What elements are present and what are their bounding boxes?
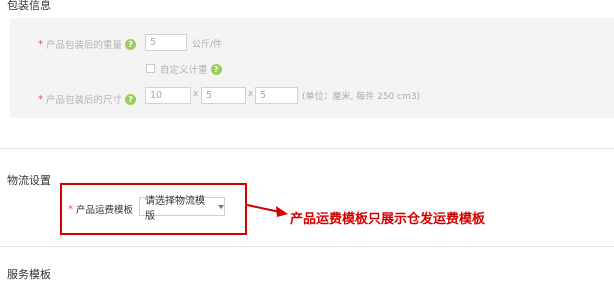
shipping-template-label-text: 产品运费模板: [76, 205, 134, 216]
shipping-template-select-value: 请选择物流模版: [145, 195, 205, 222]
section-divider: [0, 246, 614, 247]
shipping-template-label: * 产品运费模板: [68, 202, 134, 217]
size-hint: (单位：厘米, 每件 250 cm3): [302, 92, 421, 102]
service-section-title: 服务模板: [7, 268, 51, 281]
required-star-icon: *: [38, 38, 43, 50]
annotation-text: 产品运费模板只展示仓发运费模板: [290, 212, 486, 227]
custom-weight-label-text: 自定义计重: [160, 65, 208, 76]
annotation-arrow-icon: [246, 204, 288, 217]
help-icon[interactable]: ?: [210, 63, 222, 75]
weight-label-text: 产品包装后的重量: [46, 40, 123, 51]
size-label-text: 产品包装后的尺寸: [46, 95, 123, 106]
size-length-input[interactable]: [145, 87, 191, 104]
weight-field-label: * 产品包装后的重量 ?: [38, 37, 137, 51]
custom-weight-checkbox[interactable]: [146, 64, 155, 73]
help-icon[interactable]: ?: [125, 93, 137, 105]
size-separator: x: [248, 89, 254, 99]
packaging-section-title: 包装信息: [7, 0, 51, 12]
weight-unit: 公斤/件: [192, 40, 223, 50]
size-separator: x: [193, 89, 199, 99]
size-height-input[interactable]: [255, 87, 298, 104]
size-field-label: * 产品包装后的尺寸 ?: [38, 92, 137, 106]
required-star-icon: *: [68, 203, 73, 215]
chevron-down-icon: [218, 204, 224, 209]
help-icon[interactable]: ?: [125, 38, 137, 50]
size-width-input[interactable]: [201, 87, 246, 104]
shipping-template-select[interactable]: 请选择物流模版: [139, 196, 225, 222]
logistics-section-title: 物流设置: [7, 174, 51, 187]
custom-weight-label: 自定义计重 ?: [160, 62, 222, 76]
section-divider: [0, 148, 614, 149]
weight-input[interactable]: [145, 34, 187, 51]
required-star-icon: *: [38, 93, 43, 105]
